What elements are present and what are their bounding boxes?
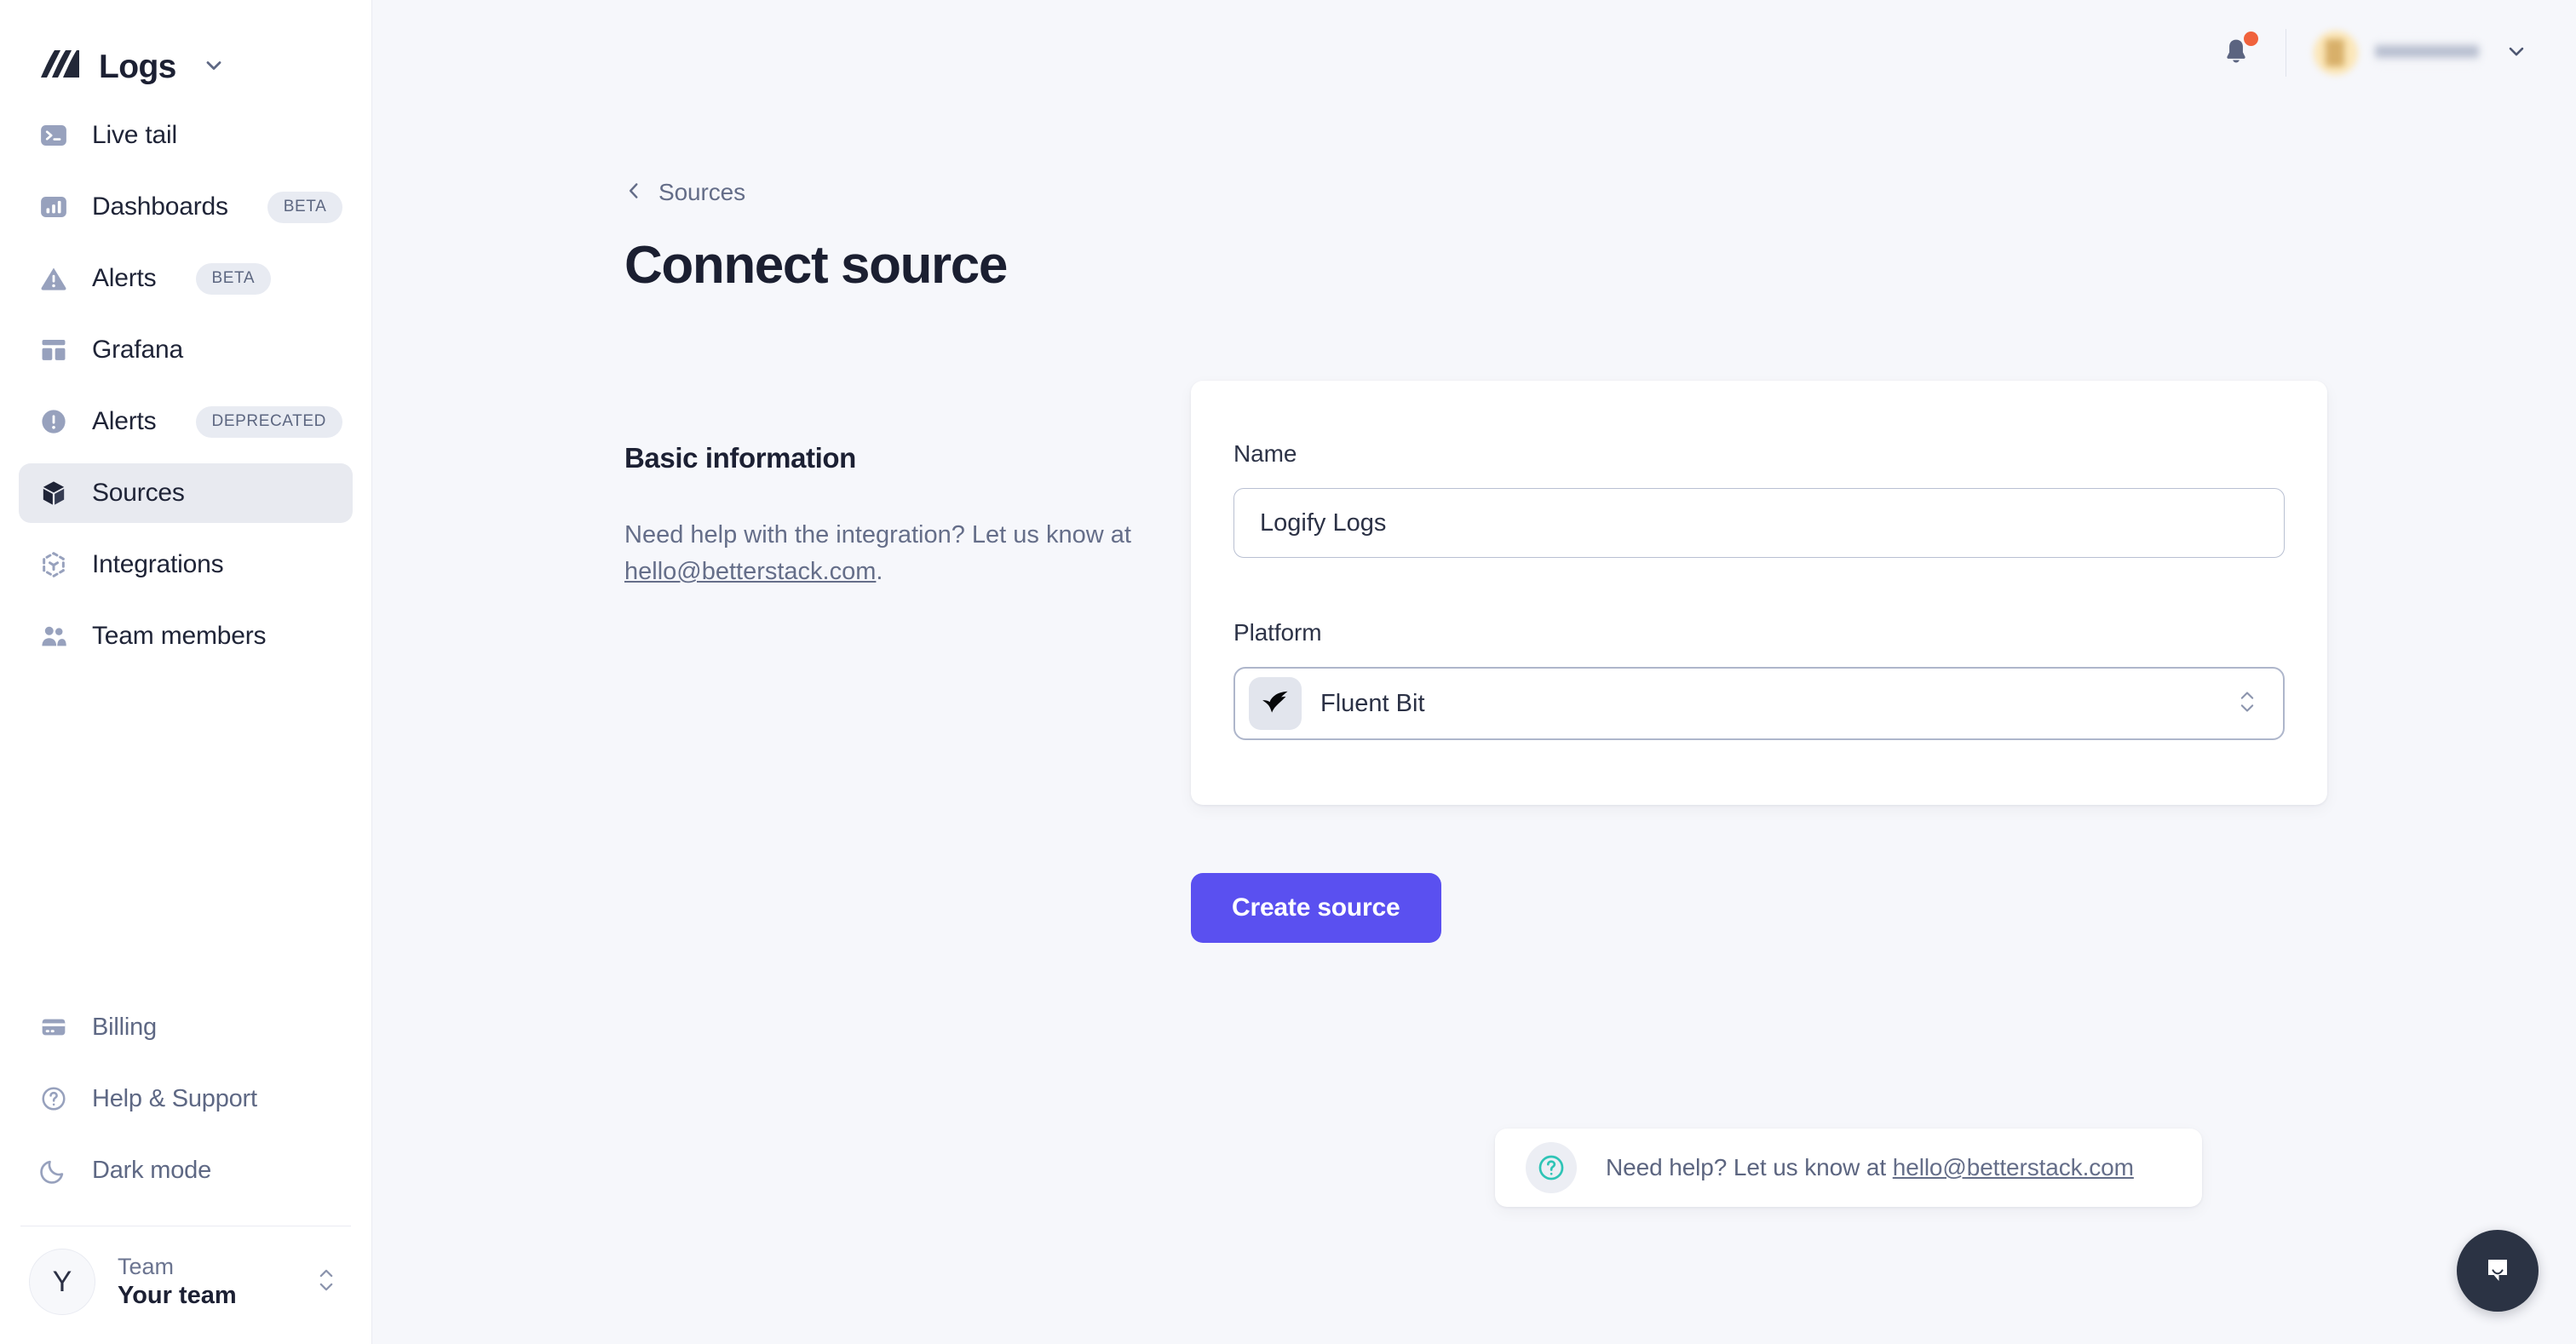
help-email-link[interactable]: hello@betterstack.com [1893, 1154, 2134, 1180]
notifications-button[interactable] [2214, 31, 2258, 75]
hexagon-nodes-icon [37, 549, 70, 581]
sidebar-item-team-members[interactable]: Team members [19, 606, 353, 666]
sidebar-item-label: Integrations [92, 550, 224, 578]
page-content: Sources Connect source Basic information… [372, 106, 2576, 943]
breadcrumb-label: Sources [658, 179, 746, 205]
sidebar-item-label: Team members [92, 622, 267, 650]
form-section: Basic information Need help with the int… [624, 381, 2576, 805]
page-title: Connect source [624, 236, 1008, 295]
field-platform: Platform Fluent Bit [1233, 619, 2285, 740]
terminal-icon [37, 119, 70, 152]
team-switcher-text: Team Your team [118, 1254, 293, 1310]
unread-indicator-dot [2244, 32, 2258, 46]
app-root: Logs Live tail Dashboards BETA Alerts BE… [0, 0, 2576, 1344]
chevron-up-down-icon[interactable] [315, 1262, 337, 1302]
form-actions: Create source [624, 805, 2576, 943]
section-description: Need help with the integration? Let us k… [624, 517, 1136, 590]
sidebar-bottom-nav: Billing Help & Support Dark mode [0, 997, 371, 1212]
sidebar-item-label: Dashboards [92, 192, 228, 221]
sidebar-item-sources[interactable]: Sources [19, 463, 353, 523]
breadcrumb[interactable]: Sources [624, 179, 745, 206]
sidebar-brand-title: Logs [99, 49, 176, 85]
sidebar-item-grafana[interactable]: Grafana [19, 320, 353, 380]
sidebar-item-label: Sources [92, 479, 185, 507]
sidebar-item-help-support[interactable]: Help & Support [19, 1069, 353, 1129]
chevron-up-down-icon[interactable] [2237, 684, 2257, 724]
question-circle-icon [1526, 1142, 1577, 1193]
sidebar-brand[interactable]: Logs [0, 0, 371, 106]
sidebar-item-label: Help & Support [92, 1084, 257, 1112]
sidebar-item-label: Live tail [92, 121, 177, 149]
sidebar-item-alerts-deprecated[interactable]: Alerts DEPRECATED [19, 392, 353, 451]
platform-select[interactable]: Fluent Bit [1233, 667, 2285, 740]
user-menu[interactable] [2314, 31, 2528, 75]
team-switcher-name: Your team [118, 1281, 237, 1309]
help-card-prefix: Need help? Let us know at [1606, 1154, 1893, 1180]
support-email-link[interactable]: hello@betterstack.com [624, 558, 876, 585]
sidebar-nav: Live tail Dashboards BETA Alerts BETA Gr… [0, 106, 371, 678]
status-badge: DEPRECATED [195, 405, 342, 438]
create-source-button[interactable]: Create source [1191, 873, 1441, 943]
intercom-chat-icon [2477, 1249, 2518, 1294]
sidebar-item-label: Dark mode [92, 1156, 212, 1184]
main-area: Sources Connect source Basic information… [372, 0, 2576, 1344]
credit-card-icon [37, 1011, 70, 1043]
sidebar-item-alerts-beta[interactable]: Alerts BETA [19, 249, 353, 308]
sidebar-item-label: Billing [92, 1013, 157, 1041]
sidebar-item-label: Alerts [92, 407, 157, 435]
user-name-redacted [2375, 42, 2479, 64]
cube-icon [37, 477, 70, 509]
warning-triangle-icon [37, 262, 70, 295]
name-input[interactable] [1233, 488, 2285, 558]
sidebar-item-billing[interactable]: Billing [19, 997, 353, 1057]
bar-chart-icon [37, 191, 70, 223]
fluent-bit-logo-icon [1249, 677, 1302, 730]
help-card: Need help? Let us know at hello@betterst… [1495, 1129, 2202, 1207]
team-switcher[interactable]: Y Team Your team [0, 1226, 371, 1344]
chevron-down-icon[interactable] [202, 54, 226, 82]
help-card-text: Need help? Let us know at hello@betterst… [1606, 1154, 2134, 1181]
sidebar-item-dark-mode[interactable]: Dark mode [19, 1140, 353, 1200]
betterstack-logo-icon [39, 49, 80, 86]
avatar: Y [29, 1249, 95, 1315]
sidebar: Logs Live tail Dashboards BETA Alerts BE… [0, 0, 372, 1344]
section-description-suffix: . [876, 557, 883, 585]
topbar [372, 0, 2576, 106]
help-banner: Need help? Let us know at hello@betterst… [1495, 1129, 2202, 1207]
dashboard-grid-icon [37, 334, 70, 366]
sidebar-item-label: Grafana [92, 336, 183, 364]
platform-label: Platform [1233, 619, 1322, 646]
name-label: Name [1233, 440, 1297, 467]
question-circle-icon [37, 1083, 70, 1115]
avatar [2314, 31, 2358, 75]
sidebar-item-label: Alerts [92, 264, 157, 292]
sidebar-item-integrations[interactable]: Integrations [19, 535, 353, 594]
status-badge: BETA [267, 191, 343, 223]
basic-information-panel: Basic information Need help with the int… [624, 381, 1191, 805]
chat-launcher-button[interactable] [2457, 1230, 2539, 1312]
moon-icon [37, 1154, 70, 1186]
team-switcher-kicker: Team [118, 1253, 175, 1279]
chevron-down-icon[interactable] [2504, 39, 2528, 67]
basic-information-card: Name Platform Fluent Bit [1191, 381, 2327, 805]
sidebar-item-dashboards[interactable]: Dashboards BETA [19, 177, 353, 237]
exclamation-circle-icon [37, 405, 70, 438]
users-icon [37, 620, 70, 652]
platform-selected-value: Fluent Bit [1320, 689, 1425, 717]
status-badge: BETA [195, 262, 272, 295]
sidebar-item-live-tail[interactable]: Live tail [19, 106, 353, 165]
field-name: Name [1233, 440, 2285, 558]
chevron-left-icon [624, 180, 643, 206]
section-heading: Basic information [624, 442, 856, 474]
section-description-text: Need help with the integration? Let us k… [624, 521, 1131, 549]
